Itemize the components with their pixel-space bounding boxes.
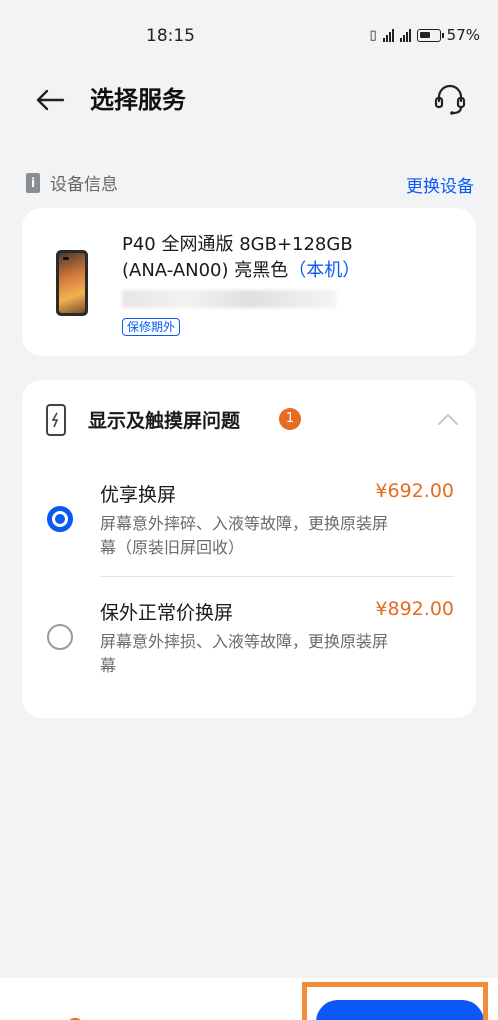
service-category-header[interactable]: 显示及触摸屏问题 1 xyxy=(22,400,476,440)
vibrate-icon: ▯ xyxy=(369,27,377,43)
option-description: 屏幕意外摔碎、入液等故障，更换原装屏幕（原装旧屏回收） xyxy=(100,514,389,557)
signal-icon-sim1 xyxy=(382,28,394,42)
screen-repair-icon xyxy=(46,404,66,436)
serial-number-redacted xyxy=(122,290,337,308)
headset-icon xyxy=(434,84,466,115)
selected-count-badge: 1 xyxy=(279,408,301,430)
radio-selected[interactable] xyxy=(47,506,73,532)
warranty-badge: 保修期外 xyxy=(122,318,181,336)
device-section-title: 设备信息 xyxy=(50,175,118,195)
info-icon: i xyxy=(26,172,40,193)
customer-support-button[interactable] xyxy=(430,80,470,120)
highlight-box xyxy=(302,982,488,1020)
signal-icon-sim2 xyxy=(399,28,411,42)
local-device-tag: （本机） xyxy=(288,260,361,281)
change-device-link[interactable]: 更换设备 xyxy=(406,172,474,197)
header: 选择服务 xyxy=(0,72,498,128)
device-name-line2: (ANA-AN00) 亮黑色（本机） xyxy=(122,260,361,281)
service-option-premium[interactable]: 优享换屏 ¥692.00 屏幕意外摔碎、入液等故障，更换原装屏幕（原装旧屏回收） xyxy=(22,476,476,576)
device-name: P40 全网通版 8GB+128GB (ANA-AN00) 亮黑色（本机） xyxy=(122,232,462,284)
arrow-left-icon xyxy=(36,89,65,111)
service-category-title: 显示及触摸屏问题 xyxy=(88,410,241,432)
phone-image xyxy=(56,250,88,316)
status-bar: 18:15 ▯ 57% xyxy=(0,0,498,72)
page-title: 选择服务 xyxy=(90,86,186,114)
device-name-line1: P40 全网通版 8GB+128GB xyxy=(122,234,353,255)
option-price: ¥892.00 xyxy=(375,598,454,620)
device-section-label: i 设备信息 xyxy=(26,170,118,195)
option-description: 屏幕意外摔损、入液等故障，更换原装屏幕 xyxy=(100,632,389,675)
device-card: P40 全网通版 8GB+128GB (ANA-AN00) 亮黑色（本机） 保修… xyxy=(22,208,476,356)
option-name: 优享换屏 xyxy=(100,484,177,506)
option-price: ¥692.00 xyxy=(375,480,454,502)
service-card: 显示及触摸屏问题 1 优享换屏 ¥692.00 屏幕意外摔碎、入液等故障，更换原… xyxy=(22,380,476,718)
status-time: 18:15 xyxy=(146,26,195,46)
service-option-standard[interactable]: 保外正常价换屏 ¥892.00 屏幕意外摔损、入液等故障，更换原装屏幕 xyxy=(22,594,476,694)
battery-percent: 57% xyxy=(446,26,480,44)
battery-icon xyxy=(416,28,444,42)
option-name: 保外正常价换屏 xyxy=(100,602,234,624)
collapse-button[interactable] xyxy=(434,406,462,434)
chevron-up-icon xyxy=(438,414,458,425)
option-divider xyxy=(100,576,454,577)
status-icons: ▯ 57% xyxy=(370,26,481,44)
radio-unselected[interactable] xyxy=(47,624,73,650)
back-button[interactable] xyxy=(30,82,70,118)
